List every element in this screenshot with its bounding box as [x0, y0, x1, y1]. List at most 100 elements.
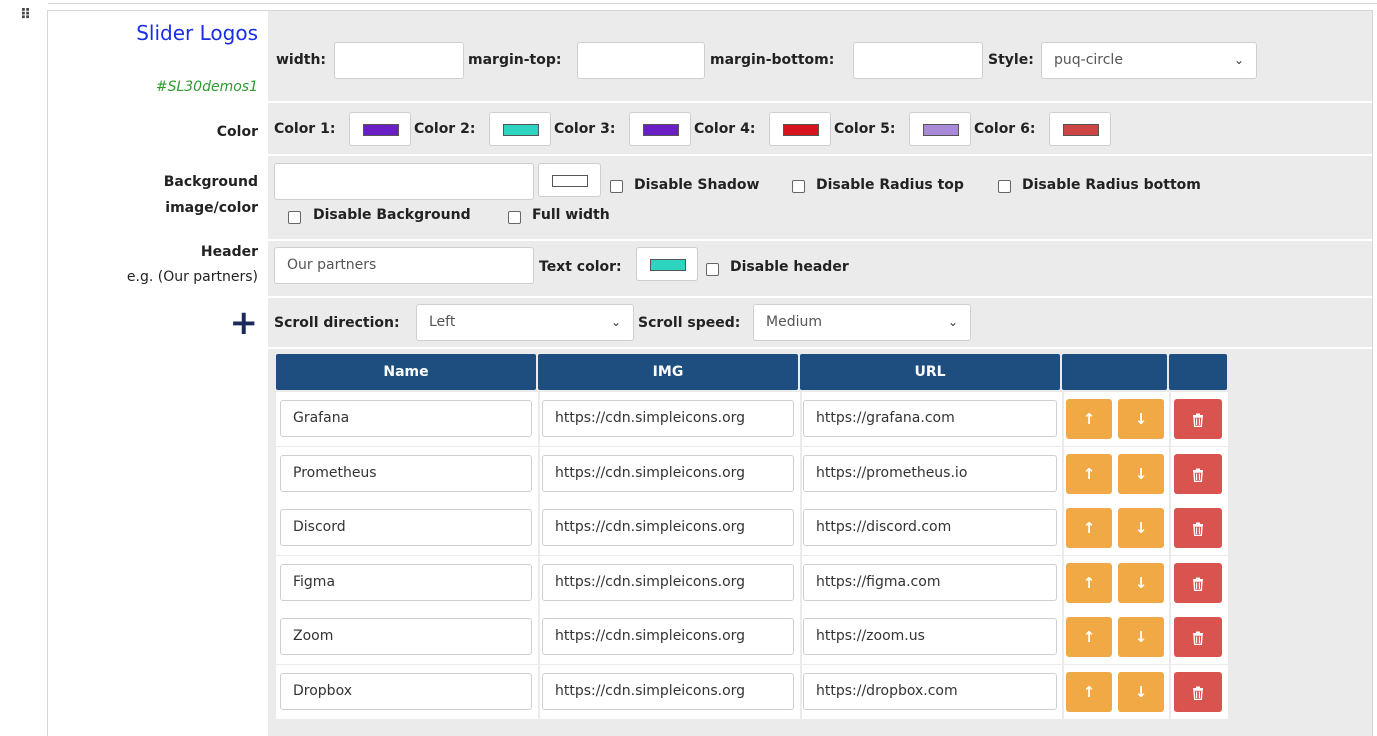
logo-url-input[interactable]: https://grafana.com	[803, 400, 1057, 437]
trash-icon	[1193, 413, 1203, 427]
cell-separator	[538, 610, 540, 664]
scroll-direction-select[interactable]: Left ⌄	[416, 304, 634, 341]
background-color-picker[interactable]	[538, 163, 601, 197]
trash-icon	[1193, 468, 1203, 482]
margin-top-input[interactable]	[577, 42, 705, 79]
logo-url-input[interactable]: https://prometheus.io	[803, 455, 1057, 492]
arrow-up-icon: ↑	[1082, 519, 1096, 537]
scroll-direction-value: Left	[429, 314, 456, 330]
background-color-swatch	[552, 175, 588, 187]
table-header-name: Name	[276, 354, 536, 390]
arrow-down-icon: ↓	[1134, 628, 1148, 646]
logo-url-input[interactable]: https://dropbox.com	[803, 673, 1057, 710]
scroll-speed-label: Scroll speed:	[638, 315, 741, 331]
move-up-button[interactable]: ↑	[1066, 617, 1112, 657]
logo-name-input[interactable]: Dropbox	[280, 673, 532, 710]
disable-shadow-label: Disable Shadow	[634, 177, 760, 193]
cell-separator	[1062, 447, 1064, 501]
cell-separator	[1169, 392, 1171, 446]
color-6-picker[interactable]	[1049, 112, 1111, 146]
style-select-value: puq-circle	[1054, 52, 1123, 68]
header-text-color-picker[interactable]	[636, 247, 698, 281]
header-text-color-swatch	[650, 259, 686, 271]
header-text-input[interactable]: Our partners	[274, 247, 534, 284]
logo-img-input[interactable]: https://cdn.simpleicons.org	[542, 673, 794, 710]
color-5-label: Color 5:	[834, 121, 896, 137]
color-4-swatch	[783, 124, 819, 136]
logo-img-input[interactable]: https://cdn.simpleicons.org	[542, 455, 794, 492]
color-3-label: Color 3:	[554, 121, 616, 137]
cell-separator	[1062, 556, 1064, 610]
text-color-label: Text color:	[539, 259, 622, 275]
arrow-down-icon: ↓	[1134, 519, 1148, 537]
scroll-speed-select[interactable]: Medium ⌄	[753, 304, 971, 341]
row-separator	[268, 154, 1372, 156]
cell-separator	[538, 501, 540, 555]
logo-name-input[interactable]: Discord	[280, 509, 532, 546]
move-down-button[interactable]: ↓	[1118, 454, 1164, 494]
color-5-picker[interactable]	[909, 112, 971, 146]
move-up-button[interactable]: ↑	[1066, 399, 1112, 439]
logo-name-input[interactable]: Figma	[280, 564, 532, 601]
trash-icon	[1193, 686, 1203, 700]
full-width-checkbox[interactable]	[508, 211, 521, 224]
plus-icon[interactable]: +	[230, 306, 259, 340]
divider	[48, 3, 1377, 4]
move-up-button[interactable]: ↑	[1066, 508, 1112, 548]
move-down-button[interactable]: ↓	[1118, 617, 1164, 657]
logo-name-input[interactable]: Prometheus	[280, 455, 532, 492]
delete-row-button[interactable]	[1174, 399, 1222, 439]
style-select[interactable]: puq-circle ⌄	[1041, 42, 1257, 79]
logo-img-input[interactable]: https://cdn.simpleicons.org	[542, 618, 794, 655]
logo-img-input[interactable]: https://cdn.simpleicons.org	[542, 509, 794, 546]
arrow-up-icon: ↑	[1082, 465, 1096, 483]
disable-header-checkbox[interactable]	[706, 263, 719, 276]
scroll-speed-value: Medium	[766, 314, 822, 330]
arrow-down-icon: ↓	[1134, 683, 1148, 701]
color-1-picker[interactable]	[349, 112, 411, 146]
move-down-button[interactable]: ↓	[1118, 508, 1164, 548]
disable-radius-bottom-checkbox[interactable]	[998, 180, 1011, 193]
cell-separator	[800, 556, 802, 610]
move-down-button[interactable]: ↓	[1118, 399, 1164, 439]
width-input[interactable]	[334, 42, 464, 79]
delete-row-button[interactable]	[1174, 454, 1222, 494]
arrow-down-icon: ↓	[1134, 465, 1148, 483]
logo-img-input[interactable]: https://cdn.simpleicons.org	[542, 564, 794, 601]
move-up-button[interactable]: ↑	[1066, 563, 1112, 603]
delete-row-button[interactable]	[1174, 617, 1222, 657]
color-3-swatch	[643, 124, 679, 136]
move-up-button[interactable]: ↑	[1066, 454, 1112, 494]
disable-radius-bottom-label: Disable Radius bottom	[1022, 177, 1201, 193]
color-4-picker[interactable]	[769, 112, 831, 146]
delete-row-button[interactable]	[1174, 508, 1222, 548]
color-row-label: Color	[216, 124, 258, 140]
margin-bottom-input[interactable]	[853, 42, 983, 79]
move-down-button[interactable]: ↓	[1118, 672, 1164, 712]
move-up-button[interactable]: ↑	[1066, 672, 1112, 712]
move-down-button[interactable]: ↓	[1118, 563, 1164, 603]
color-1-swatch	[363, 124, 399, 136]
margin-bottom-label: margin-bottom:	[710, 52, 835, 68]
drag-handle-icon[interactable]: ⠿	[20, 8, 31, 22]
cell-separator	[538, 392, 540, 446]
color-5-swatch	[923, 124, 959, 136]
color-3-picker[interactable]	[629, 112, 691, 146]
color-2-picker[interactable]	[489, 112, 551, 146]
background-input[interactable]	[274, 163, 534, 200]
logo-url-input[interactable]: https://figma.com	[803, 564, 1057, 601]
logo-url-input[interactable]: https://discord.com	[803, 509, 1057, 546]
logo-name-input[interactable]: Zoom	[280, 618, 532, 655]
labels-column: Slider Logos #SL30demos1 Color Backgroun…	[48, 11, 268, 736]
cell-separator	[1169, 610, 1171, 664]
disable-radius-top-checkbox[interactable]	[792, 180, 805, 193]
logo-name-input[interactable]: Grafana	[280, 400, 532, 437]
delete-row-button[interactable]	[1174, 563, 1222, 603]
disable-background-checkbox[interactable]	[288, 211, 301, 224]
color-6-swatch	[1063, 124, 1099, 136]
logo-url-input[interactable]: https://zoom.us	[803, 618, 1057, 655]
disable-shadow-checkbox[interactable]	[610, 180, 623, 193]
cell-separator	[1169, 665, 1171, 719]
logo-img-input[interactable]: https://cdn.simpleicons.org	[542, 400, 794, 437]
delete-row-button[interactable]	[1174, 672, 1222, 712]
